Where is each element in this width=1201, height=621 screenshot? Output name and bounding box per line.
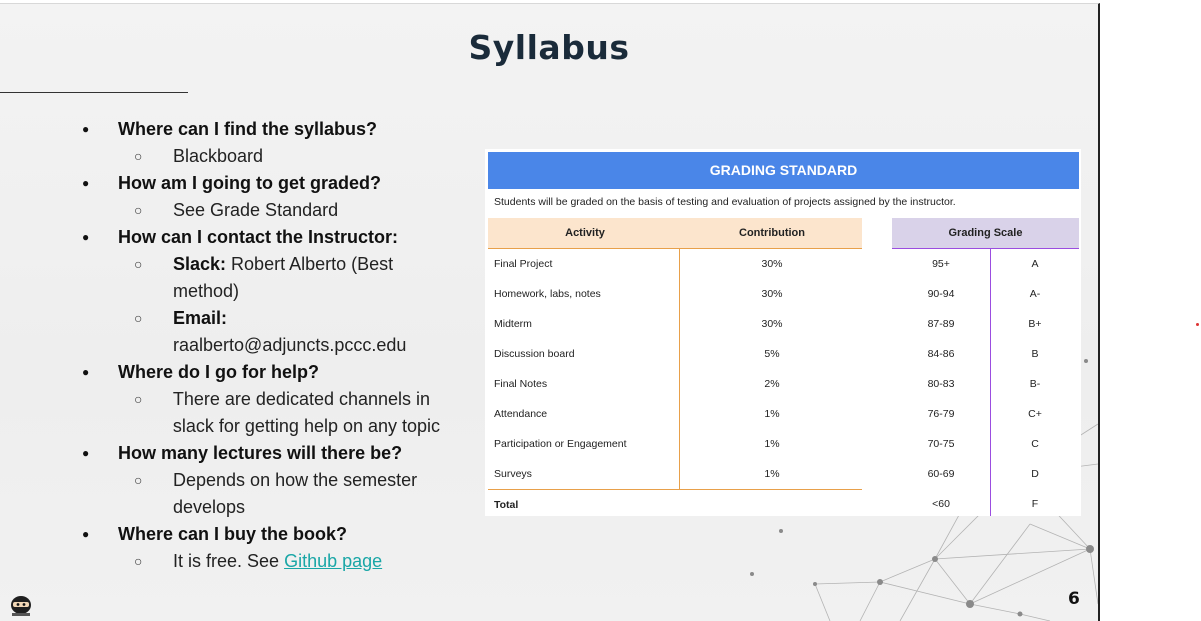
sub-bullet-icon: ○	[134, 391, 143, 407]
letter-grade-cell: F	[1031, 498, 1039, 510]
faq-answer: ○ There are dedicated channels in slack f…	[82, 386, 462, 440]
activity-name-cell: Attendance	[494, 408, 548, 420]
answer-text: There are dedicated channels in slack fo…	[172, 389, 441, 436]
question-text: Where can I find the syllabus?	[118, 119, 378, 139]
red-marker-dot	[1196, 323, 1199, 326]
faq-answer: ○ See Grade Standard	[82, 197, 462, 224]
contribution-cell: 30%	[761, 318, 783, 330]
faq-answer: ○ It is free. See Github page	[82, 548, 462, 575]
activity-name-cell: Final Project	[494, 258, 553, 270]
faq-answer: ○ Blackboard	[82, 143, 462, 170]
grading-scale-column-header: Grading Scale	[892, 218, 1079, 249]
activity-column-divider	[679, 249, 680, 489]
letter-grade-cell: D	[1031, 468, 1039, 480]
faq-question: ● Where can I find the syllabus?	[82, 116, 462, 143]
faq-question: ● How many lectures will there be?	[82, 440, 462, 467]
score-range-cell: 60-69	[927, 468, 955, 480]
faq-answer: ○ Slack: Robert Alberto (Best method)	[82, 251, 462, 305]
contribution-cell: 1%	[764, 438, 780, 450]
bullet-icon: ●	[82, 527, 90, 541]
score-range-cell: <60	[932, 498, 950, 510]
page-number: 6	[1068, 589, 1080, 609]
activity-name-cell: Participation or Engagement	[494, 438, 627, 450]
bullet-icon: ●	[82, 122, 90, 136]
answer-label: Email:	[173, 308, 228, 328]
sub-bullet-icon: ○	[134, 553, 143, 569]
answer-label: Slack:	[173, 254, 227, 274]
question-text: How many lectures will there be?	[118, 443, 403, 463]
score-range-cell: 87-89	[927, 318, 955, 330]
faq-question: ● How am I going to get graded?	[82, 170, 462, 197]
activity-name-cell: Surveys	[494, 468, 532, 480]
sub-bullet-icon: ○	[134, 202, 143, 218]
activity-name-cell: Homework, labs, notes	[494, 288, 601, 300]
letter-grade-cell: A-	[1029, 288, 1041, 300]
score-range-cell: 80-83	[927, 378, 955, 390]
score-range-cell: 84-86	[927, 348, 955, 360]
faq-question: ● Where do I go for help?	[82, 359, 462, 386]
score-range-cell: 76-79	[927, 408, 955, 420]
score-range-cell: 70-75	[927, 438, 955, 450]
sub-bullet-icon: ○	[134, 148, 143, 164]
answer-text: See Grade Standard	[173, 200, 339, 220]
faq-question: ● Where can I buy the book?	[82, 521, 462, 548]
bullet-icon: ●	[82, 176, 90, 190]
sub-bullet-icon: ○	[134, 256, 143, 272]
faq-question: ● How can I contact the Instructor:	[82, 224, 462, 251]
letter-grade-cell: B+	[1028, 318, 1042, 330]
activity-name-cell: Discussion board	[494, 348, 575, 360]
score-range-cell: 95+	[932, 258, 950, 270]
faq-answer: ○ Depends on how the semester develops	[82, 467, 462, 521]
answer-text: raalberto@adjuncts.pccc.edu	[173, 335, 407, 355]
faq-answer: ○ Email: raalberto@adjuncts.pccc.edu	[82, 305, 462, 359]
activity-name-cell: Midterm	[494, 318, 532, 330]
total-label: Total	[494, 499, 519, 511]
sub-bullet-icon: ○	[134, 472, 143, 488]
letter-grade-cell: B-	[1029, 378, 1041, 390]
grading-description: Students will be graded on the basis of …	[494, 196, 956, 208]
slide: Syllabus ● Where can I find the syllabus?…	[0, 3, 1100, 621]
answer-text: Depends on how the semester develops	[173, 470, 418, 517]
bullet-icon: ●	[82, 230, 90, 244]
activity-name-cell: Final Notes	[494, 378, 548, 390]
bullet-icon: ●	[82, 365, 90, 379]
grading-standard-table: GRADING STANDARD Students will be graded…	[485, 149, 1081, 516]
answer-text: Blackboard	[173, 146, 264, 166]
github-page-link[interactable]: Github page	[284, 551, 382, 571]
contribution-column-header: Contribution	[682, 218, 862, 249]
question-text: Where do I go for help?	[118, 362, 319, 382]
question-text: How am I going to get graded?	[118, 173, 381, 193]
contribution-cell: 1%	[764, 468, 780, 480]
letter-grade-cell: B	[1031, 348, 1039, 360]
bullet-icon: ●	[82, 446, 90, 460]
ninja-mascot-icon	[9, 595, 33, 621]
grading-standard-title: GRADING STANDARD	[488, 152, 1079, 189]
sub-bullet-icon: ○	[134, 310, 143, 326]
score-range-cell: 90-94	[927, 288, 955, 300]
contribution-cell: 30%	[761, 288, 783, 300]
total-divider	[488, 489, 862, 490]
faq-list: ● Where can I find the syllabus? ○ Blackbo…	[82, 116, 462, 575]
letter-grade-cell: C+	[1028, 408, 1042, 420]
contribution-cell: 2%	[764, 378, 780, 390]
contribution-cell: 5%	[764, 348, 780, 360]
title-divider	[0, 92, 188, 93]
slide-title: Syllabus	[468, 28, 630, 67]
contribution-cell: 1%	[764, 408, 780, 420]
letter-grade-cell: A	[1031, 258, 1039, 270]
contribution-cell: 30%	[761, 258, 783, 270]
letter-grade-cell: C	[1031, 438, 1039, 450]
activity-column-header: Activity	[488, 218, 682, 249]
question-text: Where can I buy the book?	[118, 524, 348, 544]
question-text: How can I contact the Instructor:	[118, 227, 399, 247]
answer-text: It is free. See	[173, 551, 285, 571]
